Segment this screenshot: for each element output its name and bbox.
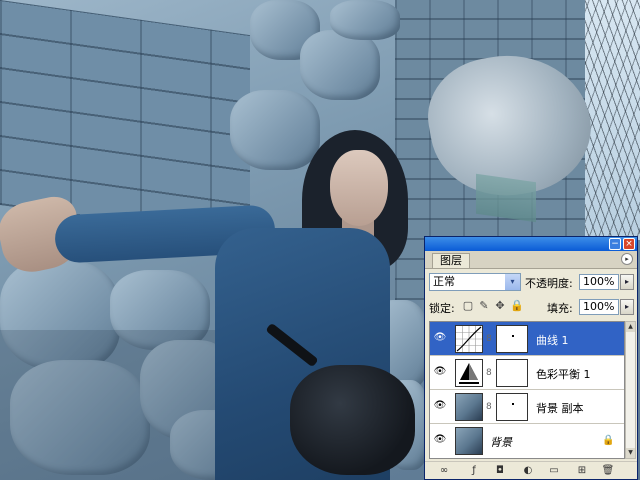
scroll-down-icon[interactable]: ▼ [626,448,635,458]
opacity-input[interactable]: 100% [579,274,619,290]
curves-adjustment-thumbnail [455,325,483,353]
eye-icon[interactable]: 👁 [432,330,448,346]
panel-menu-icon[interactable]: ▸ [621,253,633,265]
lock-icon: 🔒 [602,435,615,446]
opacity-slider-icon[interactable]: ▸ [620,274,634,290]
fill-slider-icon[interactable]: ▸ [620,299,634,315]
lock-all-icon[interactable]: 🔒 [510,300,524,312]
layer-mask-thumbnail [496,359,528,387]
link-icon: 8 [486,402,492,412]
opacity-label: 不透明度: [525,277,573,290]
layer-mask-thumbnail [496,393,528,421]
layer-mask-thumbnail [496,325,528,353]
link-icon: 8 [486,368,492,378]
blend-mode-value: 正常 [433,275,455,288]
layer-name: 背景 副本 [536,402,584,415]
layer-style-icon[interactable]: ƒ [467,464,481,478]
new-adjustment-layer-icon[interactable]: ◐ [521,464,535,478]
chevron-down-icon[interactable]: ▾ [505,274,520,290]
link-icon: 8 [486,334,492,344]
trash-icon[interactable]: 🗑 [601,464,615,478]
new-group-icon[interactable]: ▭ [547,464,561,478]
layers-scrollbar[interactable]: ▲ ▼ [625,321,636,459]
layer-row-curves[interactable]: 👁 8 曲线 1 [430,322,624,356]
layer-name: 曲线 1 [536,334,569,347]
minimize-icon[interactable]: − [609,238,621,250]
add-mask-icon[interactable]: ◘ [493,464,507,478]
close-icon[interactable]: × [623,238,635,250]
layers-panel: − × 图层 ▸ 正常 ▾ 不透明度: 100% ▸ 锁定: ▢ ✎ ✥ 🔒 填… [424,236,638,480]
panel-bottom-toolbar: ∞ ƒ ◘ ◐ ▭ ⊞ 🗑 [425,461,637,480]
layers-list: 👁 8 曲线 1 👁 8 色彩平衡 1 👁 8 背景 副本 👁 背景 🔒 [429,321,625,459]
color-balance-adjustment-thumbnail [455,359,483,387]
lock-move-icon[interactable]: ✥ [494,300,506,312]
stone [330,0,400,40]
stone [230,90,320,170]
layer-row-background[interactable]: 👁 背景 🔒 [430,424,624,458]
lock-transparency-icon[interactable]: ▢ [462,300,474,312]
layer-row-background-copy[interactable]: 👁 8 背景 副本 [430,390,624,424]
lock-paint-icon[interactable]: ✎ [478,300,490,312]
link-layers-icon[interactable]: ∞ [437,464,451,478]
image-layer-thumbnail [455,393,483,421]
panel-titlebar[interactable]: − × [425,237,637,251]
eye-icon[interactable]: 👁 [432,432,448,448]
wall-inscription [476,173,536,223]
blend-mode-select[interactable]: 正常 ▾ [429,273,521,291]
lock-fill-row: 锁定: ▢ ✎ ✥ 🔒 填充: 100% ▸ [425,296,637,318]
image-layer-thumbnail [455,427,483,455]
blend-opacity-row: 正常 ▾ 不透明度: 100% ▸ [425,271,637,293]
tab-layers[interactable]: 图层 [432,253,470,268]
fill-input[interactable]: 100% [579,299,619,315]
layer-name: 背景 [490,436,512,449]
lock-label: 锁定: [429,302,455,315]
layer-name: 色彩平衡 1 [536,368,591,381]
scroll-up-icon[interactable]: ▲ [626,322,635,332]
shoulder-bag [290,365,415,475]
face [330,150,388,226]
new-layer-icon[interactable]: ⊞ [575,464,589,478]
fill-label: 填充: [547,302,573,315]
layer-row-color-balance[interactable]: 👁 8 色彩平衡 1 [430,356,624,390]
panel-tabs: 图层 ▸ [425,251,637,269]
eye-icon[interactable]: 👁 [432,364,448,380]
stone [300,30,380,100]
eye-icon[interactable]: 👁 [432,398,448,414]
